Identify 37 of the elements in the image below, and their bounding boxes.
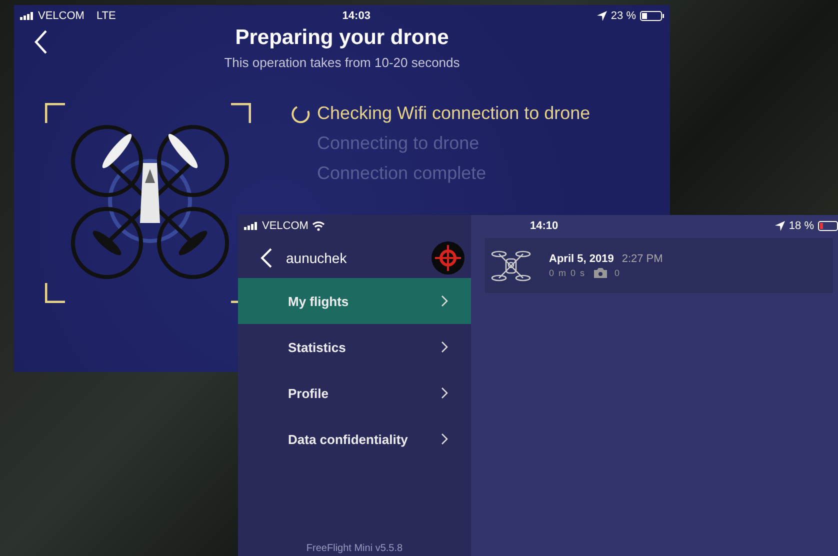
connection-step: Checking Wifi connection to drone [317,103,590,124]
menu-item[interactable]: My flights [238,278,471,324]
location-arrow-icon [596,11,607,21]
flight-duration: 0 m 0 s [549,268,586,278]
battery-percent: 23 % [610,10,636,22]
battery-icon [640,11,664,21]
wifi-icon [312,221,326,231]
menu-item[interactable]: Statistics [238,324,471,370]
carrier-name: VELCOM [262,220,308,232]
username: aunuchek [286,250,348,266]
menu-item[interactable]: Data confidentiality [238,416,471,462]
connection-step: Connection complete [317,163,486,184]
back-button[interactable] [260,248,272,268]
app-version: FreeFlight Mini v5.5.8 [306,543,403,556]
avatar-icon[interactable] [431,240,465,274]
menu-item[interactable]: Profile [238,370,471,416]
status-time: 14:03 [342,10,370,22]
battery-icon [818,221,838,231]
signal-icon [20,12,34,20]
photo-count: 0 [614,268,621,278]
battery-percent: 18 % [788,220,814,232]
network-type: LTE [96,10,116,22]
flight-card[interactable]: April 5, 2019 2:27 PM 0 m 0 s 0 [485,238,833,293]
chevron-right-icon [441,387,449,399]
screen-title: Preparing your drone [235,26,449,50]
carrier-name: VELCOM [38,10,84,22]
flight-date: April 5, 2019 [549,253,614,265]
connection-step: Connecting to drone [317,133,480,154]
status-time: 14:10 [530,220,558,232]
flight-time: 2:27 PM [622,253,663,265]
chevron-right-icon [441,433,449,445]
chevron-right-icon [441,295,449,307]
chevron-right-icon [441,341,449,353]
location-arrow-icon [774,221,785,231]
screen-subtitle: This operation takes from 10-20 seconds [224,55,460,70]
camera-icon [594,268,607,278]
signal-icon [244,222,258,230]
